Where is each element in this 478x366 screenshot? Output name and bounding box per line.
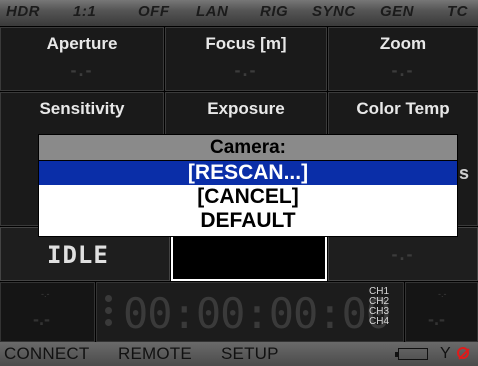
tc-right-small: -.- xyxy=(438,289,447,299)
camera-control-screen: HDR 1:1 OFF LAN RIG SYNC GEN TC Aperture… xyxy=(0,0,478,366)
status-bar: HDR 1:1 OFF LAN RIG SYNC GEN TC xyxy=(0,0,478,26)
bottom-nav-bar: CONNECT REMOTE SETUP Y xyxy=(0,342,478,366)
aperture-label: Aperture xyxy=(46,34,118,53)
hidden-cell-text: s xyxy=(459,163,470,183)
focus-cell[interactable]: Focus [m] -.- xyxy=(165,27,327,91)
status-lan: LAN xyxy=(196,3,229,20)
status-rig: RIG xyxy=(260,3,289,20)
sensitivity-label: Sensitivity xyxy=(39,99,125,118)
status-tc: TC xyxy=(447,3,468,20)
status-gen: GEN xyxy=(380,3,415,20)
rescan-option[interactable]: [RESCAN...] xyxy=(39,161,457,185)
no-signal-icon xyxy=(457,347,469,359)
status-hdr: HDR xyxy=(6,3,40,20)
zoom-label: Zoom xyxy=(379,34,427,53)
timecode-right-cell: -.- -.- xyxy=(405,282,478,342)
focus-label: Focus [m] xyxy=(205,34,287,53)
status-right-value: -.- xyxy=(391,244,415,264)
setup-button[interactable]: SETUP xyxy=(221,344,279,364)
remote-button[interactable]: REMOTE xyxy=(118,344,192,364)
tc-left-value: -.- xyxy=(33,309,50,329)
battery-icon xyxy=(395,348,428,360)
cancel-option[interactable]: [CANCEL] xyxy=(39,185,457,209)
tc-indicator-dots xyxy=(105,295,113,331)
zoom-cell[interactable]: Zoom -.- xyxy=(328,27,478,91)
aperture-cell[interactable]: Aperture -.- xyxy=(0,27,164,91)
tc-right-value: -.- xyxy=(428,309,445,329)
aperture-value: -.- xyxy=(70,60,94,80)
color-temp-label: Color Temp xyxy=(356,99,450,118)
timecode-left-cell: -.- -.- xyxy=(0,282,95,342)
tc-left-small: -.- xyxy=(41,289,50,299)
status-ratio: 1:1 xyxy=(73,3,97,20)
default-option[interactable]: DEFAULT xyxy=(39,209,457,233)
status-off: OFF xyxy=(138,3,170,20)
tc-dot xyxy=(105,319,112,326)
channel-4: CH4 xyxy=(369,316,390,327)
tc-dot xyxy=(105,295,112,302)
timecode-value: 00:00:00:00 xyxy=(123,289,391,338)
channel-list: CH1 CH2 CH3 CH4 xyxy=(369,287,389,327)
tc-dot xyxy=(105,307,112,314)
connect-button[interactable]: CONNECT xyxy=(4,344,89,364)
antenna-icon: Y xyxy=(440,345,451,362)
dialog-title: Camera: xyxy=(39,135,457,161)
camera-select-dialog: Camera: [RESCAN...] [CANCEL] DEFAULT xyxy=(38,134,458,237)
exposure-label: Exposure xyxy=(207,99,285,118)
focus-value: -.- xyxy=(234,60,258,80)
timecode-display: 00:00:00:00 CH1 CH2 CH3 CH4 xyxy=(96,282,404,342)
status-sync: SYNC xyxy=(312,3,356,20)
zoom-value: -.- xyxy=(391,60,415,80)
idle-status: IDLE xyxy=(47,241,109,269)
